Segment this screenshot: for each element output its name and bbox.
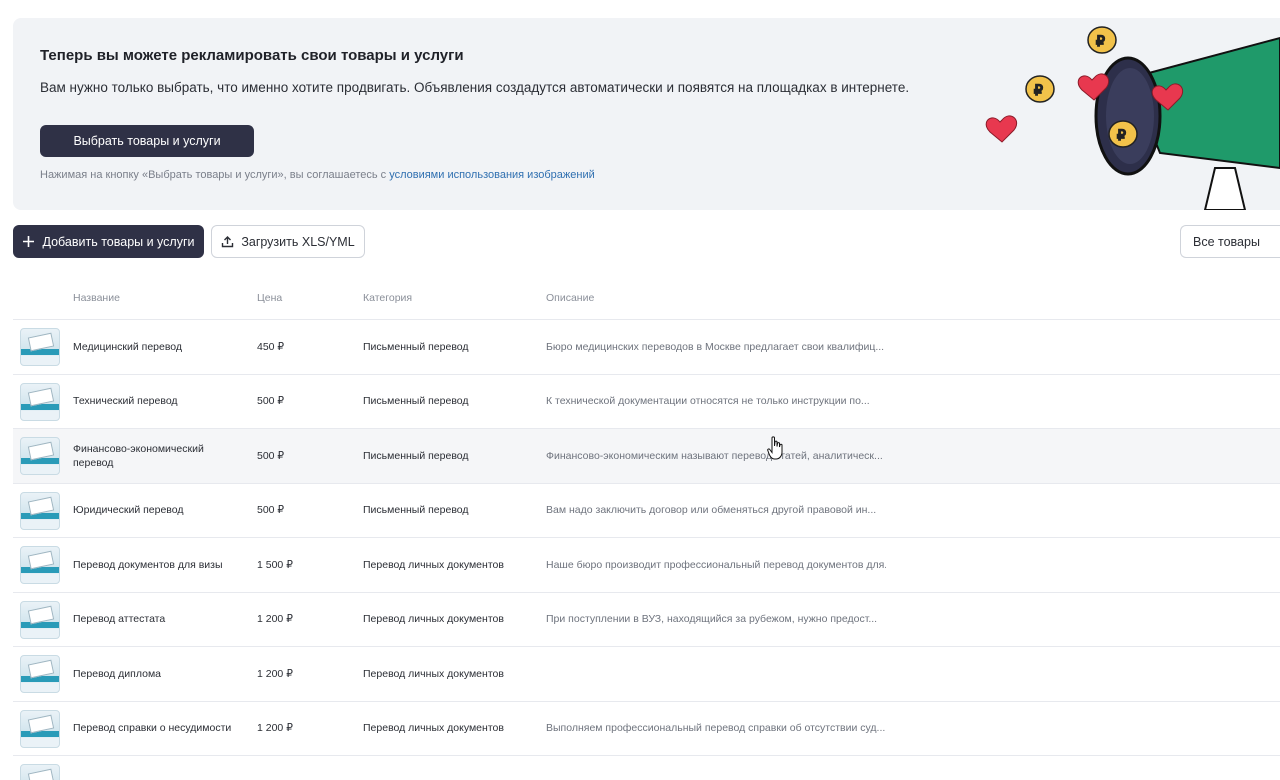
product-thumbnail [20,600,60,639]
upload-label: Загрузить XLS/YML [241,234,355,249]
product-thumbnail [20,491,60,530]
product-category: Перевод личных документов [363,722,504,735]
upload-xls-yml-button[interactable]: Загрузить XLS/YML [211,225,365,258]
megaphone-illustration: ₽ ₽ ₽ [985,26,1280,210]
svg-text:₽: ₽ [1096,34,1105,50]
product-category: Перевод личных документов [363,667,504,680]
product-price: 1 200 ₽ [257,613,293,626]
image-terms-link[interactable]: условиями использования изображений [389,169,595,181]
banner-terms-note: Нажимая на кнопку «Выбрать товары и услу… [40,169,595,181]
product-name: Перевод справки о несудимости [73,722,232,735]
column-category-header[interactable]: Категория [363,292,412,304]
product-category: Письменный перевод [363,449,469,462]
banner-title: Теперь вы можете рекламировать свои това… [40,47,464,64]
product-name: Технический перевод [73,395,178,408]
table-row[interactable]: Финансово-экономический перевод 500 ₽ Пи… [13,428,1280,483]
product-thumbnail [20,764,60,780]
svg-text:₽: ₽ [1034,83,1043,99]
product-description: К технической документации относятся не … [546,395,870,408]
promo-banner: Теперь вы можете рекламировать свои това… [13,18,1280,210]
table-row[interactable]: Юридический перевод 500 ₽ Письменный пер… [13,482,1280,538]
product-category: Письменный перевод [363,504,469,517]
product-description: Вам надо заключить договор или обменятьс… [546,504,877,517]
banner-text: Вам нужно только выбрать, что именно хот… [40,80,910,95]
table-row[interactable]: Перевод диплома 1 200 ₽ Перевод личных д… [13,646,1280,701]
column-description-header[interactable]: Описание [546,292,594,304]
product-price: 1 200 ₽ [257,667,293,680]
product-description: Выполняем профессиональный перевод справ… [546,722,886,735]
product-name: Финансово-экономический перевод [73,442,204,469]
product-category: Перевод личных документов [363,558,504,571]
table-header: Название Цена Категория Описание [13,292,1280,306]
product-price: 500 ₽ [257,395,285,408]
product-name: Перевод документов для визы [73,558,223,571]
product-price: 450 ₽ [257,340,285,353]
product-description: Наше бюро производит профессиональный пе… [546,558,886,571]
product-category: Перевод личных документов [363,613,504,626]
table-row-partial[interactable] [13,755,1280,780]
svg-text:₽: ₽ [1117,128,1126,144]
product-price: 1 500 ₽ [257,558,293,571]
products-table: Медицинский перевод 450 ₽ Письменный пер… [13,319,1280,780]
table-row[interactable]: Технический перевод 500 ₽ Письменный пер… [13,373,1280,429]
table-row[interactable]: Перевод документов для визы 1 500 ₽ Пере… [13,537,1280,592]
products-filter-select[interactable]: Все товары [1180,225,1280,258]
table-row[interactable]: Перевод аттестата 1 200 ₽ Перевод личных… [13,591,1280,647]
product-thumbnail [20,546,60,584]
column-price-header[interactable]: Цена [257,292,282,304]
product-price: 500 ₽ [257,449,285,462]
column-name-header[interactable]: Название [73,292,120,304]
product-name: Перевод аттестата [73,613,166,626]
table-row[interactable]: Медицинский перевод 450 ₽ Письменный пер… [13,319,1280,374]
product-price: 1 200 ₽ [257,722,293,735]
product-description: Финансово-экономическим называют перевод… [546,449,883,462]
hand-cursor-icon [767,436,783,460]
product-category: Письменный перевод [363,340,469,353]
product-thumbnail [20,655,60,693]
plus-icon [23,236,35,247]
product-thumbnail [20,437,60,475]
upload-icon [222,236,234,248]
table-row[interactable]: Перевод справки о несудимости 1 200 ₽ Пе… [13,700,1280,756]
product-name: Юридический перевод [73,504,184,517]
terms-note-text: Нажимая на кнопку «Выбрать товары и услу… [40,169,390,181]
choose-products-button[interactable]: Выбрать товары и услуги [40,125,254,157]
add-products-button[interactable]: Добавить товары и услуги [13,225,204,258]
product-thumbnail [20,328,60,366]
product-thumbnail [20,709,60,748]
add-products-label: Добавить товары и услуги [42,234,195,249]
product-thumbnail [20,382,60,421]
product-category: Письменный перевод [363,395,469,408]
product-description: Бюро медицинских переводов в Москве пред… [546,340,885,353]
product-name: Медицинский перевод [73,340,183,353]
product-price: 500 ₽ [257,504,285,517]
product-description: При поступлении в ВУЗ, находящийся за ру… [546,613,878,626]
product-name: Перевод диплома [73,667,161,680]
